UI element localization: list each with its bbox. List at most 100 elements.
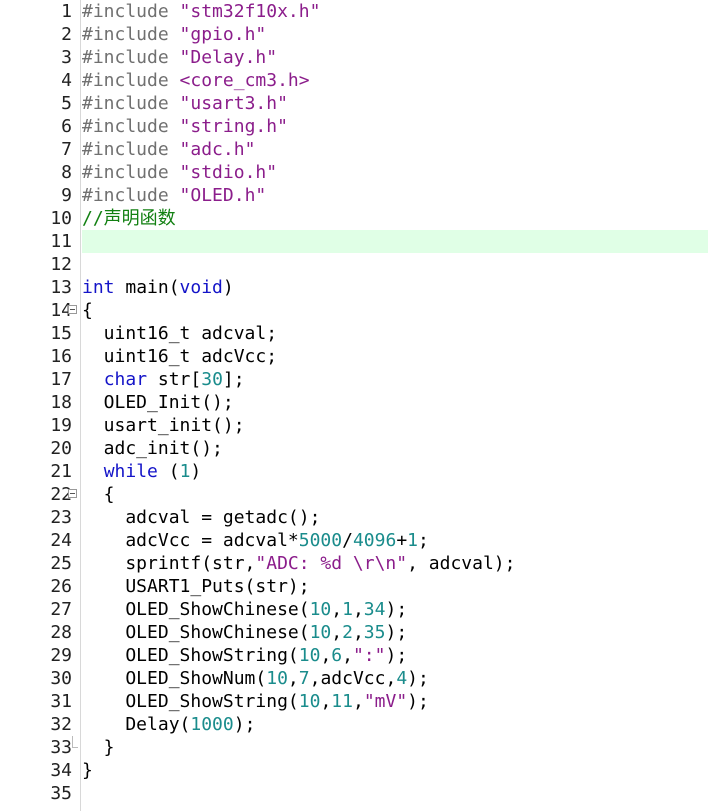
line-number: 16 [50,346,72,367]
code-line[interactable]: usart_init(); [82,414,708,437]
code-token: "stm32f10x.h" [179,1,321,22]
code-token: { [82,300,93,321]
line-number: 11 [50,231,72,252]
code-token: #include [82,24,180,45]
code-line[interactable]: uint16_t adcval; [82,322,708,345]
code-token: , [331,622,343,643]
current-code-line[interactable] [82,230,708,253]
code-line[interactable]: OLED_ShowChinese(10,1,34); [82,598,708,621]
code-line[interactable]: #include "OLED.h" [82,184,708,207]
fold-end-icon [68,736,79,759]
code-token: int [82,277,115,298]
code-token: / [342,530,353,551]
code-line[interactable]: adcVcc = adcval*5000/4096+1; [82,529,708,552]
code-token: adcVcc = adcval* [82,530,299,551]
code-token: + [396,530,408,551]
code-token: #include [82,93,180,114]
code-token: ); [385,622,408,643]
code-line[interactable]: int main(void) [82,276,708,299]
code-line[interactable]: #include <core_cm3.h> [82,69,708,92]
code-line[interactable]: while (1) [82,460,708,483]
code-line[interactable]: { [82,483,708,506]
code-token: adcval = getadc(); [82,507,321,528]
code-token: #include [82,47,180,68]
code-line[interactable]: adcval = getadc(); [82,506,708,529]
code-line[interactable]: #include "stdio.h" [82,161,708,184]
fold-toggle-icon[interactable] [68,299,79,322]
code-line[interactable]: uint16_t adcVcc; [82,345,708,368]
code-line[interactable]: OLED_ShowChinese(10,2,35); [82,621,708,644]
code-token: Delay( [82,714,191,735]
code-token: , [320,691,332,712]
code-token: ); [385,645,408,666]
code-line[interactable]: { [82,299,708,322]
code-token: OLED_Init(); [82,392,234,413]
line-number: 2 [61,24,72,45]
line-number: 3 [61,47,72,68]
code-token: 7 [298,668,310,689]
code-line[interactable]: #include "usart3.h" [82,92,708,115]
code-token: , [352,622,364,643]
code-token: "mV" [363,691,408,712]
code-line[interactable]: OLED_ShowNum(10,7,adcVcc,4); [82,667,708,690]
code-token: USART1_Puts(str); [82,576,310,597]
code-area[interactable]: #include "stm32f10x.h" #include "gpio.h" #… [82,0,708,811]
code-line[interactable]: sprintf(str,"ADC: %d \r\n", adcval); [82,552,708,575]
code-line[interactable]: OLED_ShowString(10,11,"mV"); [82,690,708,713]
code-token: ,adcVcc, [309,668,397,689]
line-number: 35 [50,783,72,804]
code-line[interactable]: Delay(1000); [82,713,708,736]
code-token: ; [418,530,429,551]
code-token: #include [82,70,180,91]
code-token: <core_cm3.h> [179,70,310,91]
code-line[interactable]: #include "Delay.h" [82,46,708,69]
code-line[interactable]: #include "adc.h" [82,138,708,161]
code-token: 11 [331,691,353,712]
code-token: adc_init(); [82,438,223,459]
line-number: 8 [61,162,72,183]
line-number: 32 [50,714,72,735]
code-line[interactable]: char str[30]; [82,368,708,391]
code-line[interactable] [82,253,708,276]
code-token: "string.h" [179,116,288,137]
code-token: OLED_ShowChinese( [82,599,310,620]
code-token: { [82,484,115,505]
line-number-gutter: 1 2 3 4 5 6 7 8 9 10 11 12 13 14 15 16 17 18 19 20 21 22 23 24 2… [0,0,81,811]
line-number: 13 [50,277,72,298]
fold-toggle-icon[interactable] [68,483,79,506]
code-line[interactable] [82,782,708,805]
code-token: main( [114,277,180,298]
line-number: 4 [61,70,72,91]
code-line[interactable]: //声明函数 [82,207,708,230]
code-token: "ADC: %d \r\n" [255,553,408,574]
code-token: ( [157,461,180,482]
code-line[interactable]: USART1_Puts(str); [82,575,708,598]
code-token: void [179,277,223,298]
code-line[interactable]: } [82,736,708,759]
code-token: ]; [222,369,245,390]
code-line[interactable]: #include "string.h" [82,115,708,138]
code-token: #include [82,1,180,22]
code-line[interactable]: OLED_Init(); [82,391,708,414]
code-token: str[ [147,369,202,390]
code-token: , [287,668,299,689]
line-number: 33 [50,737,72,758]
code-line[interactable]: adc_init(); [82,437,708,460]
code-token: , [342,645,353,666]
code-token: //声明函数 [82,208,176,229]
code-token: 1 [179,461,191,482]
line-number: 21 [50,461,72,482]
code-token: "gpio.h" [179,24,267,45]
code-token: usart_init(); [82,415,245,436]
line-number: 28 [50,622,72,643]
line-number: 12 [50,254,72,275]
code-line[interactable]: OLED_ShowString(10,6,":"); [82,644,708,667]
code-line[interactable]: #include "gpio.h" [82,23,708,46]
code-line[interactable]: #include "stm32f10x.h" [82,0,708,23]
code-editor[interactable]: 1 2 3 4 5 6 7 8 9 10 11 12 13 14 15 16 17 18 19 20 21 22 23 24 2… [0,0,708,811]
code-token: 2 [342,622,353,643]
code-line[interactable]: } [82,759,708,782]
code-token: char [103,369,148,390]
line-number: 34 [50,760,72,781]
